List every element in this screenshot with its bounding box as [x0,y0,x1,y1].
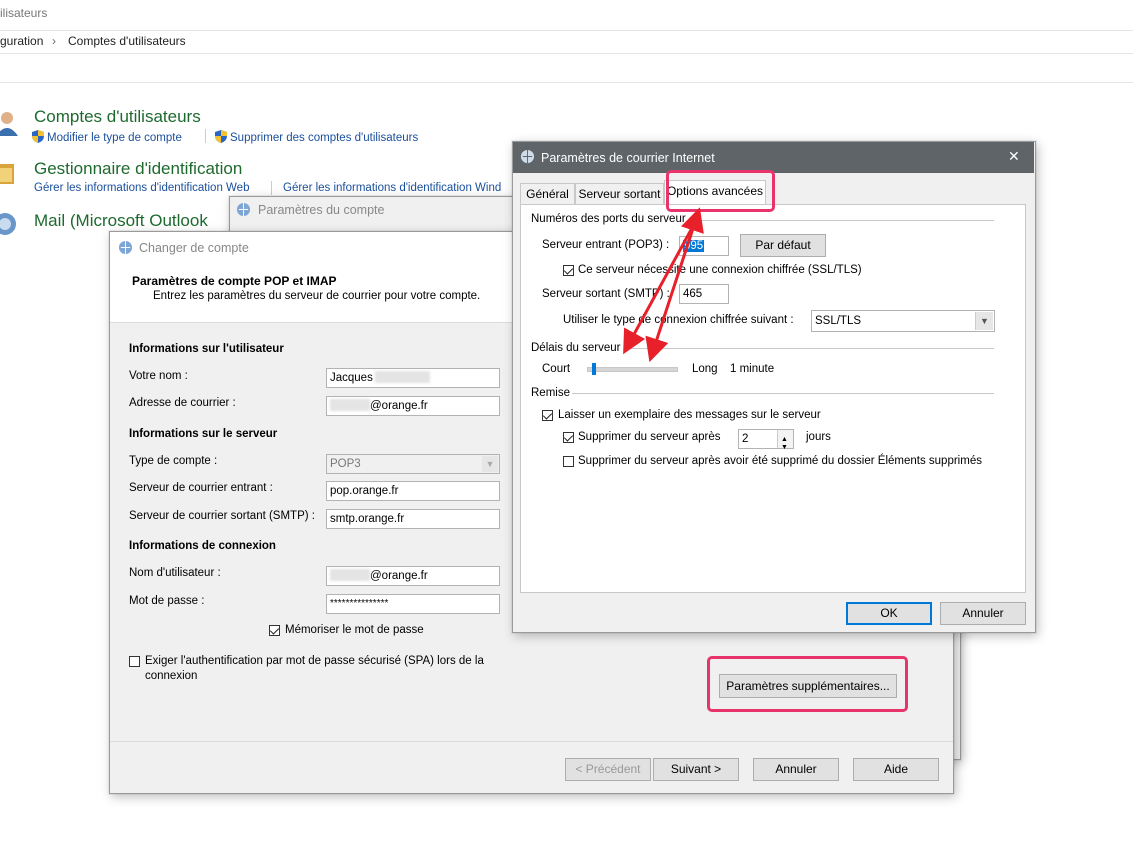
chevron-down-icon: ▼ [975,312,993,330]
group-rule [572,393,994,394]
change-account-title: Changer de compte [139,241,249,255]
windows-credentials-link[interactable]: Gérer les informations d'identification … [283,182,501,194]
chevron-down-icon: ▼ [482,456,498,472]
encryption-type-value: SSL/TLS [815,315,862,327]
delivery-header: Remise [531,387,570,399]
default-port-button[interactable]: Par défaut [740,234,826,257]
remove-deleted-label: Supprimer du serveur après avoir été sup… [578,455,982,467]
leave-copy-label: Laisser un exemplaire des messages sur l… [558,409,821,421]
change-account-type-link[interactable]: Modifier le type de compte [32,130,182,144]
days-unit-label: jours [806,431,831,443]
server-info-header: Informations sur le serveur [129,428,278,440]
spa-checkbox[interactable] [129,656,140,667]
ok-button[interactable]: OK [846,602,932,625]
uac-shield-icon [32,130,44,143]
remove-accounts-link[interactable]: Supprimer des comptes d'utilisateurs [215,130,418,144]
remove-after-days-stepper[interactable]: 2 ▲ ▼ [738,429,794,451]
tab-outgoing-server[interactable]: Serveur sortant [575,183,664,204]
timeout-slider-thumb[interactable] [592,363,597,375]
footer-divider [110,741,953,742]
encryption-type-select[interactable]: SSL/TLS ▼ [811,310,995,332]
tab-general[interactable]: Général [520,183,575,204]
email-value: @orange.fr [370,400,428,412]
name-label: Votre nom : [129,370,188,382]
logon-info-header: Informations de connexion [129,540,276,552]
username-label: Nom d'utilisateur : [129,567,221,579]
password-field[interactable]: *************** [326,594,500,614]
next-button[interactable]: Suivant > [653,758,739,781]
redacted-block [374,371,430,383]
window-title: ilisateurs [0,6,48,20]
remove-after-label: Supprimer du serveur après [578,431,721,443]
breadcrumb-separator: › [52,34,56,48]
remove-after-checkbox[interactable] [563,432,574,443]
timeout-slider[interactable] [587,363,678,375]
email-field[interactable]: @orange.fr [326,396,500,416]
remove-deleted-checkbox[interactable] [563,456,574,467]
timeout-short-label: Court [542,363,571,375]
mail-title[interactable]: Mail (Microsoft Outlook [34,211,208,231]
credential-manager-icon [0,164,14,184]
account-type-label: Type de compte : [129,455,218,467]
name-field[interactable]: Jacques [326,368,500,388]
outgoing-server-label: Serveur de courrier sortant (SMTP) : [129,510,315,522]
mail-icon [0,213,16,235]
breadcrumb-parent[interactable]: guration [0,34,43,48]
remember-password-label: Mémoriser le mot de passe [285,624,424,636]
account-settings-title: Paramètres du compte [258,203,385,217]
incoming-server-label: Serveur de courrier entrant : [129,482,273,494]
user-info-header: Informations sur l'utilisateur [129,343,284,355]
account-type-value: POP3 [330,458,361,470]
username-field[interactable]: @orange.fr [326,566,500,586]
incoming-server-field[interactable]: pop.orange.fr [326,481,500,501]
outgoing-server-field[interactable]: smtp.orange.fr [326,509,500,529]
remove-after-days-value: 2 [742,433,749,445]
remove-accounts-text[interactable]: Supprimer des comptes d'utilisateurs [230,132,418,144]
timeout-long-label: Long [692,363,718,375]
timeout-value: 1 minute [730,363,775,375]
spa-label-line1: Exiger l'authentification par mot de pas… [145,655,484,667]
credential-manager-title[interactable]: Gestionnaire d'identification [34,159,242,179]
account-type-select: POP3 ▼ [326,454,500,474]
redacted-block [330,399,370,411]
email-label: Adresse de courrier : [129,397,236,409]
group-rule [694,220,994,221]
username-value: @orange.fr [370,570,428,582]
back-button[interactable]: < Précédent [565,758,651,781]
password-label: Mot de passe : [129,595,205,607]
link-divider [205,129,206,143]
pop-imap-subheading: Entrez les paramètres du serveur de cour… [153,290,481,302]
globe-mail-icon [236,202,251,217]
pop-imap-heading: Paramètres de compte POP et IMAP [132,274,337,288]
annotation-arrow [623,207,704,363]
uac-shield-icon [215,130,227,143]
more-settings-button[interactable]: Paramètres supplémentaires... [719,674,897,698]
leave-copy-checkbox[interactable] [542,410,553,421]
remember-password-checkbox[interactable] [269,625,280,636]
help-button[interactable]: Aide [853,758,939,781]
user-accounts-title[interactable]: Comptes d'utilisateurs [34,107,201,127]
change-account-type-text[interactable]: Modifier le type de compte [47,132,182,144]
spa-label-line2: connexion [145,670,198,682]
web-credentials-link[interactable]: Gérer les informations d'identification … [34,182,249,194]
link-divider [271,181,272,195]
toolbar-divider [0,82,1133,83]
internet-settings-title: Paramètres de courrier Internet [541,151,715,165]
name-value: Jacques [330,372,373,384]
breadcrumb-current[interactable]: Comptes d'utilisateurs [68,34,186,48]
stepper-arrows[interactable]: ▲ ▼ [777,430,793,451]
globe-mail-icon [118,240,133,255]
globe-mail-icon [520,149,535,164]
close-icon[interactable]: ✕ [1008,148,1020,165]
cancel-button[interactable]: Annuler [753,758,839,781]
ssl-required-checkbox[interactable] [563,265,574,276]
redacted-block [330,569,370,581]
internet-cancel-button[interactable]: Annuler [940,602,1026,625]
advanced-tab-panel [520,204,1026,593]
user-accounts-icon [0,112,18,136]
